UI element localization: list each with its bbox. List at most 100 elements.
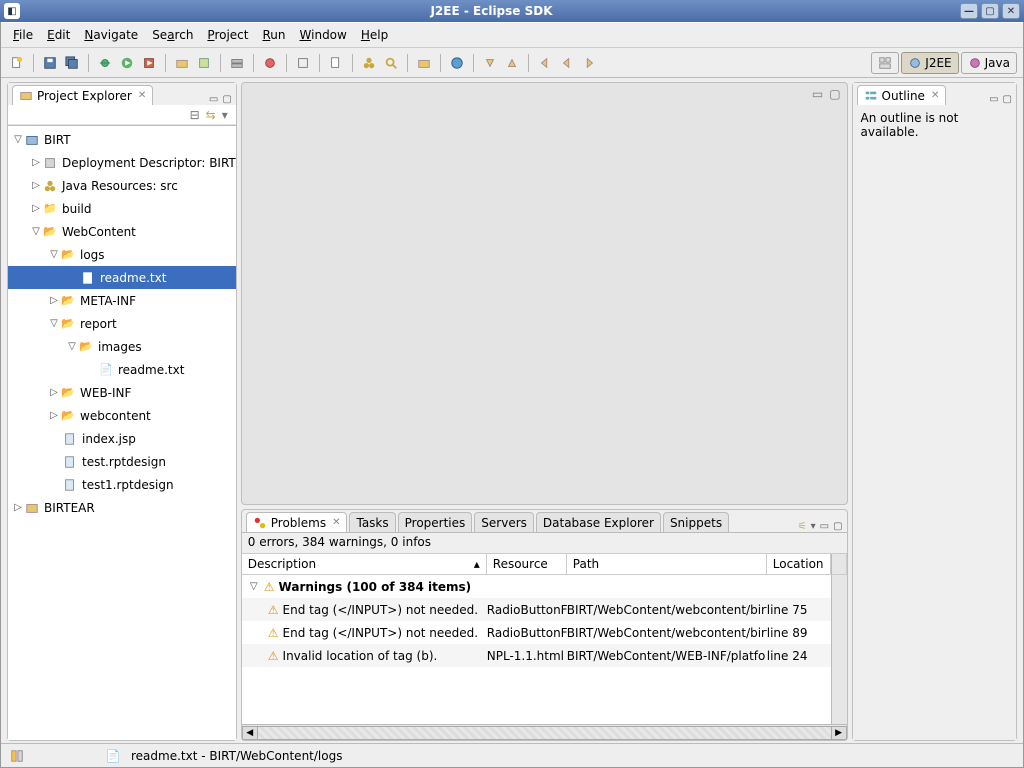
open-resource-button[interactable] (414, 53, 434, 73)
outline-body: An outline is not available. (853, 105, 1016, 740)
snippets-tab[interactable]: Snippets (663, 512, 729, 532)
project-explorer-tab[interactable]: Project Explorer ✕ (12, 85, 153, 105)
navigator-icon (19, 89, 33, 103)
back-button[interactable] (557, 53, 577, 73)
project-explorer-toolbar: ⊟ ⇆ ▾ (8, 105, 236, 125)
ant-button[interactable] (260, 53, 280, 73)
tree-item-metainf[interactable]: ▷📂META-INF (8, 289, 236, 312)
editor-minimize-icon[interactable]: ▭ (812, 87, 823, 101)
perspective-switcher: J2EE Java (871, 52, 1017, 74)
web-button[interactable] (447, 53, 467, 73)
prev-annotation-button[interactable] (502, 53, 522, 73)
menu-search[interactable]: Search (152, 28, 193, 42)
outline-tab[interactable]: Outline ✕ (857, 85, 947, 105)
tree-item-testrpt1[interactable]: test1.rptdesign (8, 473, 236, 496)
save-all-button[interactable] (62, 53, 82, 73)
tree-item-birt[interactable]: ▽BIRT (8, 128, 236, 151)
database-explorer-tab[interactable]: Database Explorer (536, 512, 661, 532)
open-type-button[interactable] (293, 53, 313, 73)
properties-tab[interactable]: Properties (398, 512, 473, 532)
view-maximize-icon[interactable]: ▢ (833, 521, 842, 532)
menu-bar: File Edit Navigate Search Project Run Wi… (1, 22, 1023, 48)
problems-status: 0 errors, 384 warnings, 0 infos (242, 533, 847, 553)
tree-item-readme-logs[interactable]: readme.txt (8, 266, 236, 289)
view-menu-icon[interactable]: ▾ (222, 108, 228, 122)
view-menu-icon[interactable]: ▾ (811, 521, 816, 532)
tree-item-logs[interactable]: ▽📂logs (8, 243, 236, 266)
tree-item-testrpt[interactable]: test.rptdesign (8, 450, 236, 473)
tree-item-java-resources[interactable]: ▷Java Resources: src (8, 174, 236, 197)
menu-navigate[interactable]: Navigate (84, 28, 138, 42)
menu-help[interactable]: Help (361, 28, 388, 42)
next-annotation-button[interactable] (480, 53, 500, 73)
project-tree[interactable]: ▽BIRT ▷Deployment Descriptor: BIRT ▷Java… (8, 126, 236, 740)
problems-vscroll[interactable] (831, 575, 847, 724)
status-bar: 📄 readme.txt - BIRT/WebContent/logs (1, 743, 1023, 767)
menu-run[interactable]: Run (262, 28, 285, 42)
new-ejb-button[interactable] (326, 53, 346, 73)
menu-project[interactable]: Project (207, 28, 248, 42)
tree-item-indexjsp[interactable]: index.jsp (8, 427, 236, 450)
new-package-button[interactable] (359, 53, 379, 73)
view-minimize-icon[interactable]: ▭ (989, 94, 998, 105)
view-maximize-icon[interactable]: ▢ (1003, 94, 1012, 105)
editor-maximize-icon[interactable]: ▢ (829, 87, 840, 101)
problems-group-warnings[interactable]: ▽⚠Warnings (100 of 384 items) (242, 575, 831, 598)
tree-item-webcontent[interactable]: ▽📂WebContent (8, 220, 236, 243)
problems-row[interactable]: ⚠End tag (</INPUT>) not needed. RadioBut… (242, 598, 831, 621)
view-minimize-icon[interactable]: ▭ (209, 94, 218, 105)
outline-icon (864, 89, 878, 103)
debug-button[interactable] (95, 53, 115, 73)
problems-view: Problems ✕ Tasks Properties Servers Data… (241, 509, 848, 741)
perspective-open-button[interactable] (871, 52, 899, 74)
save-button[interactable] (40, 53, 60, 73)
tree-item-webcontent-sub[interactable]: ▷📂webcontent (8, 404, 236, 427)
col-description[interactable]: Description▴ (242, 554, 487, 574)
external-tools-button[interactable] (139, 53, 159, 73)
close-icon[interactable]: ✕ (931, 90, 939, 101)
run-button[interactable] (117, 53, 137, 73)
perspective-java[interactable]: Java (961, 52, 1017, 74)
new-servlet-button[interactable] (194, 53, 214, 73)
link-editor-icon[interactable]: ⇆ (206, 108, 216, 122)
collapse-all-icon[interactable]: ⊟ (190, 108, 200, 122)
tree-item-images[interactable]: ▽📂images (8, 335, 236, 358)
tree-item-readme-images[interactable]: 📄readme.txt (8, 358, 236, 381)
window-title-bar: ◧ J2EE - Eclipse SDK — ▢ ✕ (0, 0, 1024, 22)
col-location[interactable]: Location (767, 554, 831, 574)
perspective-j2ee[interactable]: J2EE (901, 52, 958, 74)
close-icon[interactable]: ✕ (138, 90, 146, 101)
col-resource[interactable]: Resource (487, 554, 567, 574)
window-close-button[interactable]: ✕ (1002, 3, 1020, 19)
problems-tab[interactable]: Problems ✕ (246, 512, 348, 532)
problems-hscroll[interactable]: ◀▶ (242, 724, 847, 740)
tree-item-report[interactable]: ▽📂report (8, 312, 236, 335)
tree-item-build[interactable]: ▷📁build (8, 197, 236, 220)
close-icon[interactable]: ✕ (332, 517, 340, 528)
tree-item-webinf[interactable]: ▷📂WEB-INF (8, 381, 236, 404)
search-button[interactable] (381, 53, 401, 73)
problems-row[interactable]: ⚠End tag (</INPUT>) not needed. RadioBut… (242, 621, 831, 644)
new-project-button[interactable] (172, 53, 192, 73)
window-minimize-button[interactable]: — (960, 3, 978, 19)
menu-file[interactable]: File (13, 28, 33, 42)
tree-item-deployment-descriptor[interactable]: ▷Deployment Descriptor: BIRT (8, 151, 236, 174)
editor-area: ▭ ▢ (241, 82, 848, 505)
outline-view: Outline ✕ ▭ ▢ An outline is not availabl… (852, 82, 1017, 741)
col-path[interactable]: Path (567, 554, 767, 574)
servers-tab[interactable]: Servers (474, 512, 534, 532)
problems-row[interactable]: ⚠Invalid location of tag (b). NPL-1.1.ht… (242, 644, 831, 667)
tasks-tab[interactable]: Tasks (349, 512, 395, 532)
view-maximize-icon[interactable]: ▢ (222, 94, 231, 105)
last-edit-button[interactable] (535, 53, 555, 73)
menu-edit[interactable]: Edit (47, 28, 70, 42)
tree-item-birtear[interactable]: ▷BIRTEAR (8, 496, 236, 519)
menu-window[interactable]: Window (300, 28, 347, 42)
new-button[interactable] (7, 53, 27, 73)
view-minimize-icon[interactable]: ▭ (820, 521, 829, 532)
status-indicator-icon[interactable] (9, 748, 25, 764)
server-button[interactable] (227, 53, 247, 73)
filter-icon[interactable]: ⚟ (798, 521, 807, 532)
forward-button[interactable] (579, 53, 599, 73)
window-maximize-button[interactable]: ▢ (981, 3, 999, 19)
